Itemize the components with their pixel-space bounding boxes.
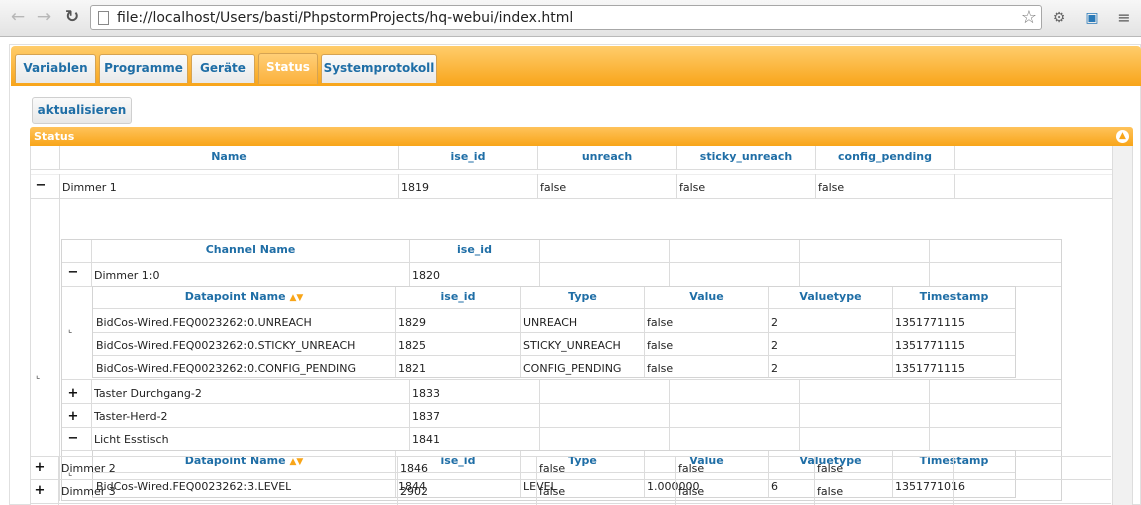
tab-programme[interactable]: Programme <box>99 54 188 83</box>
column-header-datapoint-name[interactable]: Datapoint Name ▲▼ <box>93 290 395 303</box>
datapoint-valuetype: 2 <box>771 316 778 329</box>
expand-row-icon[interactable]: + <box>33 483 47 498</box>
tab-geraete[interactable]: Geräte <box>191 54 255 83</box>
collapse-channel-icon[interactable]: − <box>66 431 80 446</box>
device-config-pending: false <box>818 181 845 194</box>
device-config-pending: false <box>817 485 844 498</box>
address-bar[interactable]: file://localhost/Users/basti/PhpstormPro… <box>90 5 1042 30</box>
tab-variablen[interactable]: Variablen <box>15 54 96 83</box>
device-name: Dimmer 2 <box>61 462 116 475</box>
extension-icon[interactable]: ⚙ <box>1049 8 1069 28</box>
status-grid: Name ise_id unreach sticky_unreach confi… <box>30 146 1133 505</box>
datapoint-ise-id: 1821 <box>398 362 426 375</box>
column-header-channel-ise-id[interactable]: ise_id <box>410 243 539 256</box>
datapoint-value: false <box>647 362 674 375</box>
device-ise-id: 1846 <box>400 462 428 475</box>
column-header-timestamp[interactable]: Timestamp <box>893 290 1015 303</box>
datapoint-type: UNREACH <box>523 316 578 329</box>
channel-name: Taster-Herd-2 <box>94 410 168 423</box>
subgrid-corner-icon: ⌞ <box>68 325 73 335</box>
device-unreach: false <box>539 462 566 475</box>
channel-ise-id: 1820 <box>412 269 440 282</box>
device-name: Dimmer 1 <box>62 181 117 194</box>
back-icon[interactable]: ← <box>8 7 28 27</box>
channel-ise-id: 1833 <box>412 387 440 400</box>
column-header-dp-ise-id[interactable]: ise_id <box>396 290 520 303</box>
device-sticky-unreach: false <box>678 485 705 498</box>
datapoint-name: BidCos-Wired.FEQ0023262:0.CONFIG_PENDING <box>96 362 357 375</box>
device-sticky-unreach: false <box>678 462 705 475</box>
reload-icon[interactable]: ↻ <box>62 7 82 27</box>
column-header-ise-id[interactable]: ise_id <box>399 150 537 163</box>
channel-name: Taster Durchgang-2 <box>94 387 202 400</box>
browser-toolbar: ← → ↻ file://localhost/Users/basti/Phpst… <box>0 0 1141 37</box>
column-header-channel-name[interactable]: Channel Name <box>92 243 409 256</box>
menu-icon[interactable]: ≡ <box>1114 8 1134 28</box>
collapse-channel-icon[interactable]: − <box>66 265 80 280</box>
tab-bar: Variablen Programme Geräte Status System… <box>11 46 1141 86</box>
bookmark-star-icon[interactable]: ☆ <box>1021 7 1037 28</box>
url-text[interactable]: file://localhost/Users/basti/PhpstormPro… <box>117 10 573 26</box>
datapoint-type: STICKY_UNREACH <box>523 339 621 352</box>
datapoint-valuetype: 2 <box>771 362 778 375</box>
device-sticky-unreach: false <box>679 181 706 194</box>
datapoint-ise-id: 1829 <box>398 316 426 329</box>
datapoint-ise-id: 1825 <box>398 339 426 352</box>
datapoint-name: BidCos-Wired.FEQ0023262:0.STICKY_UNREACH <box>96 339 356 352</box>
collapse-panel-icon[interactable]: ▲ <box>1116 130 1129 143</box>
column-header-type[interactable]: Type <box>521 290 644 303</box>
device-config-pending: false <box>817 462 844 475</box>
expand-channel-icon[interactable]: + <box>66 386 80 401</box>
channel-name: Dimmer 1:0 <box>94 269 160 282</box>
device-unreach: false <box>540 181 567 194</box>
refresh-button[interactable]: aktualisieren <box>32 97 132 124</box>
forward-icon[interactable]: → <box>34 7 54 27</box>
subgrid-corner-icon: ⌞ <box>36 371 41 381</box>
device-name: Dimmer 3 <box>61 485 116 498</box>
column-header-config-pending[interactable]: config_pending <box>816 150 954 163</box>
datapoint-value: false <box>647 316 674 329</box>
grid-scrollbar[interactable] <box>1112 146 1132 505</box>
column-header-sticky-unreach[interactable]: sticky_unreach <box>677 150 815 163</box>
extension-app-icon[interactable]: ▣ <box>1082 8 1102 28</box>
sort-icon[interactable]: ▲▼ <box>289 293 303 303</box>
expand-row-icon[interactable]: + <box>33 460 47 475</box>
collapse-row-icon[interactable]: − <box>34 178 48 193</box>
expand-channel-icon[interactable]: + <box>66 409 80 424</box>
tab-systemprotokoll[interactable]: Systemprotokoll <box>321 54 437 83</box>
device-ise-id: 1819 <box>401 181 429 194</box>
panel-title: Status <box>34 130 75 143</box>
device-rows-bottom: + Dimmer 2 1846 false false false + Dimm… <box>30 456 1133 505</box>
app-container: Variablen Programme Geräte Status System… <box>9 44 1141 505</box>
tab-status[interactable]: Status <box>258 53 318 84</box>
column-header-unreach[interactable]: unreach <box>538 150 676 163</box>
device-unreach: false <box>539 485 566 498</box>
panel-header: Status ▲ <box>30 127 1133 146</box>
channel-ise-id: 1837 <box>412 410 440 423</box>
channel-ise-id: 1841 <box>412 433 440 446</box>
datapoint-type: CONFIG_PENDING <box>523 362 622 375</box>
column-header-valuetype[interactable]: Valuetype <box>769 290 892 303</box>
device-ise-id: 2902 <box>400 485 428 498</box>
datapoint-timestamp: 1351771115 <box>895 362 965 375</box>
datapoint-timestamp: 1351771115 <box>895 339 965 352</box>
datapoint-name: BidCos-Wired.FEQ0023262:0.UNREACH <box>96 316 312 329</box>
datapoint-value: false <box>647 339 674 352</box>
column-header-value[interactable]: Value <box>645 290 768 303</box>
channel-name: Licht Esstisch <box>94 433 169 446</box>
datapoint-valuetype: 2 <box>771 339 778 352</box>
page-icon <box>98 11 109 25</box>
column-header-name[interactable]: Name <box>60 150 398 163</box>
datapoint-timestamp: 1351771115 <box>895 316 965 329</box>
